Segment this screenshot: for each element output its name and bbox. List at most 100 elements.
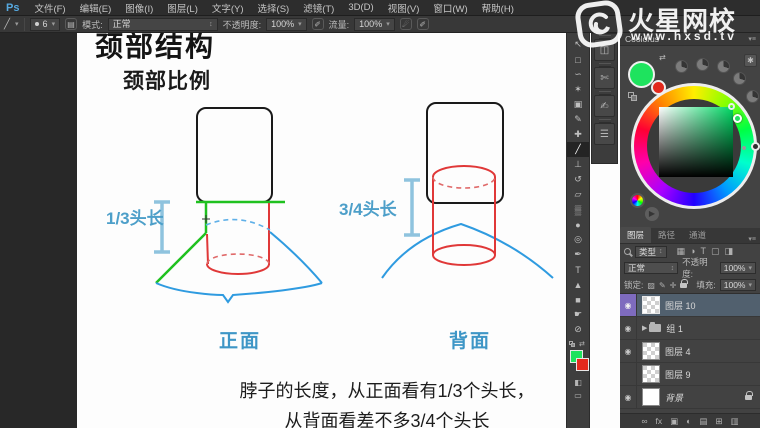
- fill-select[interactable]: 100% ▾: [719, 279, 756, 291]
- visibility-eye-icon[interactable]: ◉: [620, 340, 637, 362]
- background-color-circle[interactable]: [651, 80, 666, 95]
- brush-tool-preset-icon[interactable]: ╱: [4, 19, 10, 30]
- gradient-tool[interactable]: ▒: [567, 202, 589, 217]
- quick-mask-button[interactable]: ◧: [567, 376, 589, 389]
- zoom-tool[interactable]: ⊘: [567, 322, 589, 337]
- delete-layer-icon[interactable]: ▥: [730, 416, 738, 427]
- document-canvas[interactable]: 颈部结构 颈部比例 1/3头长 3/4头长 正面 背面 脖子的长度，从正面看有1…: [77, 33, 620, 428]
- flow-select[interactable]: 100% ▾: [354, 17, 395, 31]
- menu-window[interactable]: 窗口(W): [426, 1, 474, 15]
- layer-row-tuceng9[interactable]: 图层 9: [620, 363, 760, 386]
- tab-channels[interactable]: 通道: [682, 227, 713, 243]
- menu-help[interactable]: 帮助(H): [475, 1, 521, 15]
- type-tool[interactable]: T: [567, 262, 589, 277]
- background-color-swatch[interactable]: [576, 358, 589, 371]
- hue-selector-dot[interactable]: [733, 114, 742, 123]
- menu-type[interactable]: 文字(Y): [205, 1, 251, 15]
- eyedropper-tool[interactable]: ✎: [567, 112, 589, 127]
- menu-file[interactable]: 文件(F): [27, 1, 72, 15]
- layer-mask-icon[interactable]: ▣: [670, 416, 678, 427]
- layer-row-background[interactable]: ◉ 背景: [620, 386, 760, 409]
- gear-icon[interactable]: ✱: [744, 54, 757, 67]
- healing-brush-tool[interactable]: ✚: [567, 127, 589, 142]
- brush-tool[interactable]: ╱: [567, 142, 589, 157]
- eraser-tool[interactable]: ▱: [567, 187, 589, 202]
- swap-colors-icon[interactable]: ⇄: [659, 53, 666, 62]
- layer-thumbnail[interactable]: [642, 365, 660, 383]
- tab-paths[interactable]: 路径: [651, 227, 682, 243]
- panel-menu-icon[interactable]: ▾≡: [748, 35, 760, 43]
- lock-transparency-icon[interactable]: ▨: [647, 281, 655, 290]
- layer-row-tuceng10[interactable]: ◉ 图层 10: [620, 294, 760, 317]
- lock-paint-icon[interactable]: ✎: [659, 281, 666, 290]
- dial-icon[interactable]: [717, 60, 730, 73]
- layer-row-group1[interactable]: ◉ ▶ 组 1: [620, 317, 760, 340]
- saturation-value-square[interactable]: [659, 107, 733, 177]
- magic-wand-tool[interactable]: ✶: [567, 82, 589, 97]
- clone-stamp-tool[interactable]: ⊥: [567, 157, 589, 172]
- shape-tool[interactable]: ■: [567, 292, 589, 307]
- layer-style-icon[interactable]: fx: [656, 416, 663, 426]
- dial-icon[interactable]: [675, 60, 688, 73]
- move-tool[interactable]: ↖: [567, 37, 589, 52]
- dial-icon[interactable]: [746, 90, 759, 103]
- lock-all-icon[interactable]: [680, 278, 689, 288]
- filter-type-select[interactable]: 类型 ↕: [635, 245, 667, 258]
- pressure-opacity-icon[interactable]: ✐: [311, 18, 324, 30]
- visibility-eye-icon-off[interactable]: [620, 363, 637, 385]
- clone-source-panel[interactable]: ◫: [594, 35, 615, 61]
- layer-opacity-select[interactable]: 100% ▾: [719, 262, 756, 274]
- new-layer-icon[interactable]: ⊞: [715, 416, 722, 427]
- layer-row-tuceng4[interactable]: ◉ 图层 4: [620, 340, 760, 363]
- default-colors-icon[interactable]: [569, 341, 576, 348]
- sv-selector-dot[interactable]: [728, 103, 735, 110]
- dial-icon[interactable]: [733, 72, 746, 85]
- menu-filter[interactable]: 滤镜(T): [296, 1, 341, 15]
- link-layers-icon[interactable]: ∞: [641, 416, 647, 426]
- hand-tool[interactable]: ☛: [567, 307, 589, 322]
- blur-tool[interactable]: ●: [567, 217, 589, 232]
- path-select-tool[interactable]: ▲: [567, 277, 589, 292]
- layer-thumbnail[interactable]: [642, 342, 660, 360]
- menu-image[interactable]: 图像(I): [118, 1, 160, 15]
- menu-layer[interactable]: 图层(L): [160, 1, 205, 15]
- layer-thumbnail[interactable]: [642, 296, 660, 314]
- lock-position-icon[interactable]: ✛: [670, 281, 677, 290]
- brush-presets-panel[interactable]: ✍: [594, 91, 615, 117]
- visibility-eye-icon[interactable]: ◉: [620, 386, 637, 408]
- blend-mode-select[interactable]: 正常 ↕: [624, 262, 679, 274]
- blend-mode-select[interactable]: 正常 ↕: [107, 17, 218, 31]
- copy-color-icon[interactable]: [628, 92, 637, 101]
- panel-menu-icon[interactable]: ▾≡: [748, 235, 760, 243]
- menu-view[interactable]: 视图(V): [381, 1, 427, 15]
- color-wheel-icon[interactable]: [630, 193, 645, 208]
- wheel-edge-handle[interactable]: [751, 142, 760, 151]
- lasso-tool[interactable]: ∽: [567, 67, 589, 82]
- menu-select[interactable]: 选择(S): [251, 1, 297, 15]
- expand-group-icon[interactable]: ▶: [642, 324, 647, 332]
- dodge-tool[interactable]: ◎: [567, 232, 589, 247]
- foreground-color-circle[interactable]: [628, 61, 655, 88]
- smart-object-filter-icon[interactable]: ◨: [724, 246, 733, 257]
- swap-colors-icon[interactable]: ⇄: [579, 340, 585, 348]
- visibility-eye-icon[interactable]: ◉: [620, 294, 637, 316]
- marquee-tool[interactable]: □: [567, 52, 589, 67]
- visibility-eye-icon[interactable]: ◉: [620, 317, 637, 339]
- crop-tool[interactable]: ▣: [567, 97, 589, 112]
- screen-mode-button[interactable]: ▭: [567, 389, 589, 402]
- play-icon[interactable]: ▶: [645, 207, 659, 221]
- coolorus-tab[interactable]: Coolorus: [620, 34, 659, 44]
- opacity-select[interactable]: 100% ▾: [266, 17, 307, 31]
- pressure-size-icon[interactable]: ✐: [416, 18, 429, 30]
- layer-thumbnail[interactable]: [642, 388, 660, 406]
- adjustments-panel[interactable]: ☰: [594, 119, 615, 145]
- dial-icon[interactable]: [696, 58, 709, 71]
- history-brush-tool[interactable]: ↺: [567, 172, 589, 187]
- adjustment-layer-icon[interactable]: ◐: [686, 416, 691, 426]
- brush-size-picker[interactable]: 6 ▾: [29, 17, 61, 31]
- menu-3d[interactable]: 3D(D): [341, 2, 380, 13]
- toggle-brush-panel-icon[interactable]: ▤: [65, 18, 78, 30]
- pen-tool[interactable]: ✒: [567, 247, 589, 262]
- tab-layers[interactable]: 图层: [620, 227, 652, 243]
- menu-edit[interactable]: 编辑(E): [73, 1, 119, 15]
